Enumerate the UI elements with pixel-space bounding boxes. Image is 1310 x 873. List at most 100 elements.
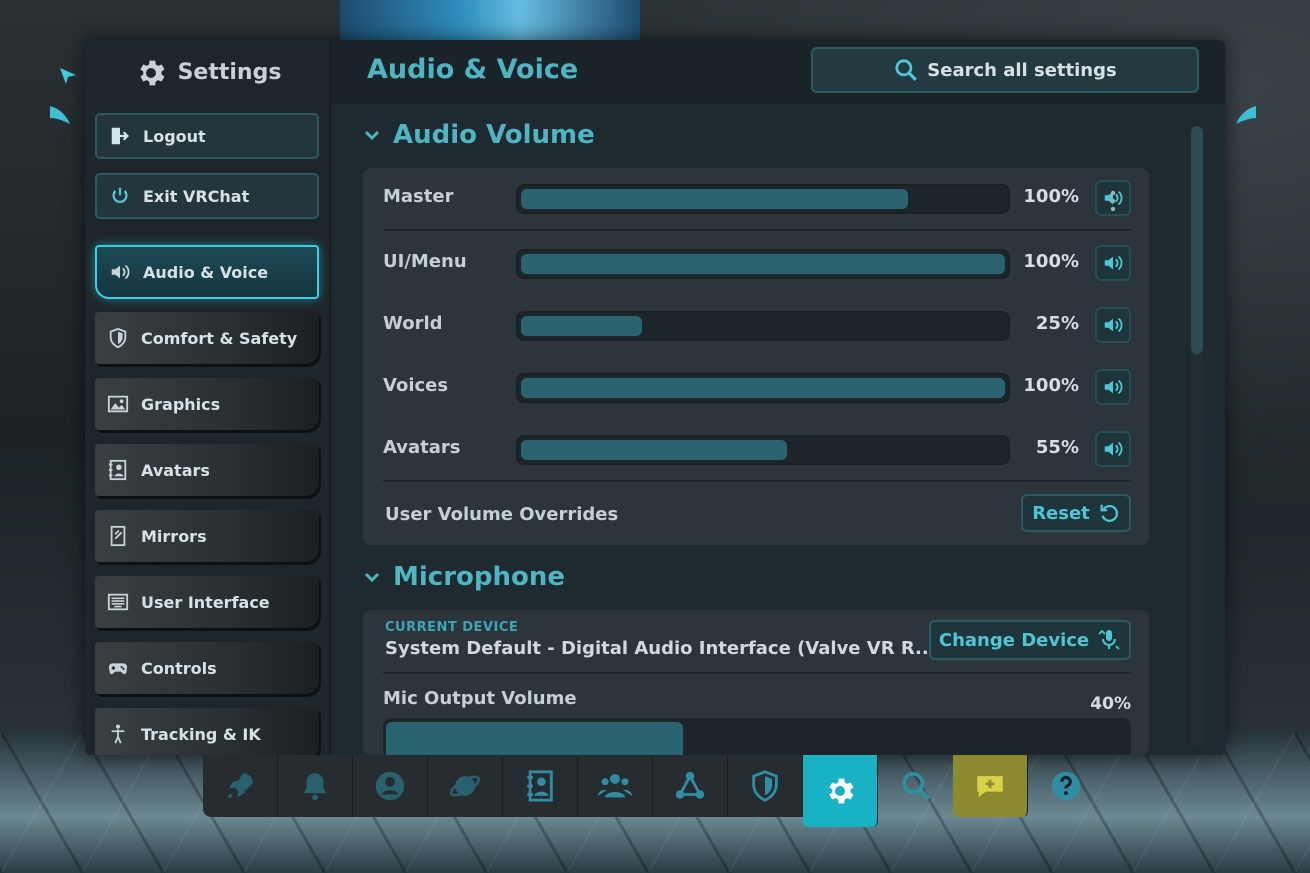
speaker-icon	[109, 261, 131, 283]
search-settings-label: Search all settings	[927, 59, 1117, 81]
dock-groups-button[interactable]	[653, 755, 728, 817]
settings-gear-icon	[829, 778, 854, 804]
reset-label: Reset	[1032, 502, 1090, 524]
friends-icon	[598, 773, 632, 798]
exit-vrchat-label: Exit VRChat	[143, 186, 250, 206]
search-settings-button[interactable]: Search all settings	[811, 47, 1199, 93]
mic-output-slider-fill	[386, 722, 683, 755]
volume-row-voices: Voices 100%	[363, 363, 1149, 413]
gamepad-icon	[107, 657, 129, 679]
microphone-section-header[interactable]: Microphone	[363, 562, 565, 592]
bell-icon	[303, 773, 327, 801]
audio-volume-section-header[interactable]: Audio Volume	[363, 120, 595, 150]
volume-row-world: World 25%	[363, 301, 1149, 351]
pointer-cursor-icon	[58, 66, 78, 86]
volume-row-ui-menu: UI/Menu 100%	[363, 239, 1149, 289]
help-icon	[1051, 771, 1080, 801]
sidebar-item-comfort-safety[interactable]: Comfort & Safety	[95, 312, 319, 364]
mirror-icon	[107, 525, 129, 547]
mic-output-slider[interactable]	[383, 718, 1131, 755]
dock-worlds-button[interactable]	[428, 755, 503, 817]
dock-safety-button[interactable]	[728, 755, 803, 817]
sidebar-item-tracking-ik[interactable]: Tracking & IK	[95, 708, 319, 755]
sidebar-item-audio-voice[interactable]: Audio & Voice	[95, 245, 319, 299]
microphone-card: CURRENT DEVICE System Default - Digital …	[363, 610, 1149, 755]
divider	[383, 480, 1131, 482]
change-device-button[interactable]: Change Device	[929, 620, 1131, 660]
mic-output-volume-label: Mic Output Volume	[383, 688, 577, 709]
dock-chat-button[interactable]	[953, 755, 1028, 817]
sidebar-item-mirrors[interactable]: Mirrors	[95, 510, 319, 562]
avatar-card-icon	[107, 459, 129, 481]
speaker-icon	[1104, 255, 1123, 271]
mute-toggle-button[interactable]	[1095, 431, 1131, 467]
chat-add-icon	[977, 776, 1003, 798]
sidebar-item-label: Mirrors	[141, 526, 207, 546]
audio-volume-card: Master 100% UI/Menu 100% World 25% Voice…	[363, 168, 1149, 545]
scrollbar-thumb[interactable]	[1191, 126, 1203, 354]
volume-slider-fill	[521, 189, 908, 209]
speaker-icon	[1104, 317, 1123, 333]
mute-toggle-button[interactable]	[1095, 369, 1131, 405]
power-icon	[109, 185, 131, 207]
sidebar: Settings Logout Exit VRChat Audio & Voic…	[85, 40, 331, 755]
sidebar-item-label: Avatars	[141, 460, 210, 480]
reset-icon	[1100, 504, 1118, 522]
logout-label: Logout	[143, 126, 206, 146]
sidebar-item-label: User Interface	[141, 592, 270, 612]
microphone-swap-icon	[1098, 629, 1120, 650]
microphone-title: Microphone	[393, 562, 566, 592]
exit-vrchat-button[interactable]: Exit VRChat	[95, 173, 319, 219]
mute-toggle-button[interactable]	[1095, 245, 1131, 281]
divider	[383, 672, 1131, 674]
dock-settings-button[interactable]	[803, 755, 878, 827]
volume-slider[interactable]	[516, 435, 1010, 465]
dock-profile-button[interactable]	[353, 755, 428, 817]
keyboard-icon	[107, 591, 129, 613]
wing-right-icon	[1234, 104, 1258, 126]
search-icon	[895, 59, 918, 81]
sidebar-item-avatars[interactable]: Avatars	[95, 444, 319, 496]
volume-percent: 100%	[1023, 251, 1079, 272]
volume-label: UI/Menu	[383, 251, 467, 272]
audio-volume-title: Audio Volume	[393, 120, 595, 150]
sidebar-item-controls[interactable]: Controls	[95, 642, 319, 694]
volume-label: Voices	[383, 375, 449, 396]
logout-button[interactable]: Logout	[95, 113, 319, 159]
dock-search-button[interactable]	[878, 755, 953, 817]
sidebar-item-graphics[interactable]: Graphics	[95, 378, 319, 430]
volume-slider[interactable]	[516, 249, 1010, 279]
more-options-icon[interactable]	[1110, 190, 1116, 212]
rocket-icon	[227, 773, 253, 799]
current-device-name: System Default - Digital Audio Interface…	[385, 638, 930, 659]
mute-toggle-button[interactable]	[1095, 307, 1131, 343]
volume-slider[interactable]	[516, 184, 1010, 214]
groups-icon	[675, 771, 705, 799]
reset-button[interactable]: Reset	[1021, 494, 1131, 532]
sidebar-item-label: Graphics	[141, 394, 221, 414]
dock-notifications-button[interactable]	[278, 755, 353, 817]
profile-icon	[375, 771, 405, 801]
volume-slider-fill	[521, 440, 787, 460]
volume-slider[interactable]	[516, 311, 1010, 341]
volume-percent: 25%	[1035, 313, 1079, 334]
shield-icon	[752, 770, 778, 802]
dock-social-button[interactable]	[578, 755, 653, 817]
scrollbar[interactable]	[1191, 126, 1203, 746]
shield-icon	[107, 327, 129, 349]
chevron-down-icon	[364, 572, 380, 583]
dock-launchpad-button[interactable]	[203, 755, 278, 817]
volume-percent: 100%	[1023, 375, 1079, 396]
sidebar-item-user-interface[interactable]: User Interface	[95, 576, 319, 628]
page-title: Audio & Voice	[367, 54, 579, 85]
chevron-down-icon	[364, 130, 380, 141]
volume-slider-fill	[521, 254, 1005, 274]
volume-label: Master	[383, 186, 454, 207]
dock-avatars-button[interactable]	[503, 755, 578, 817]
speaker-icon	[1104, 379, 1123, 395]
planet-icon	[449, 775, 481, 797]
body-tracking-icon	[107, 723, 129, 745]
volume-slider[interactable]	[516, 373, 1010, 403]
speaker-icon	[1104, 441, 1123, 457]
dock-help-button[interactable]	[1028, 755, 1103, 817]
